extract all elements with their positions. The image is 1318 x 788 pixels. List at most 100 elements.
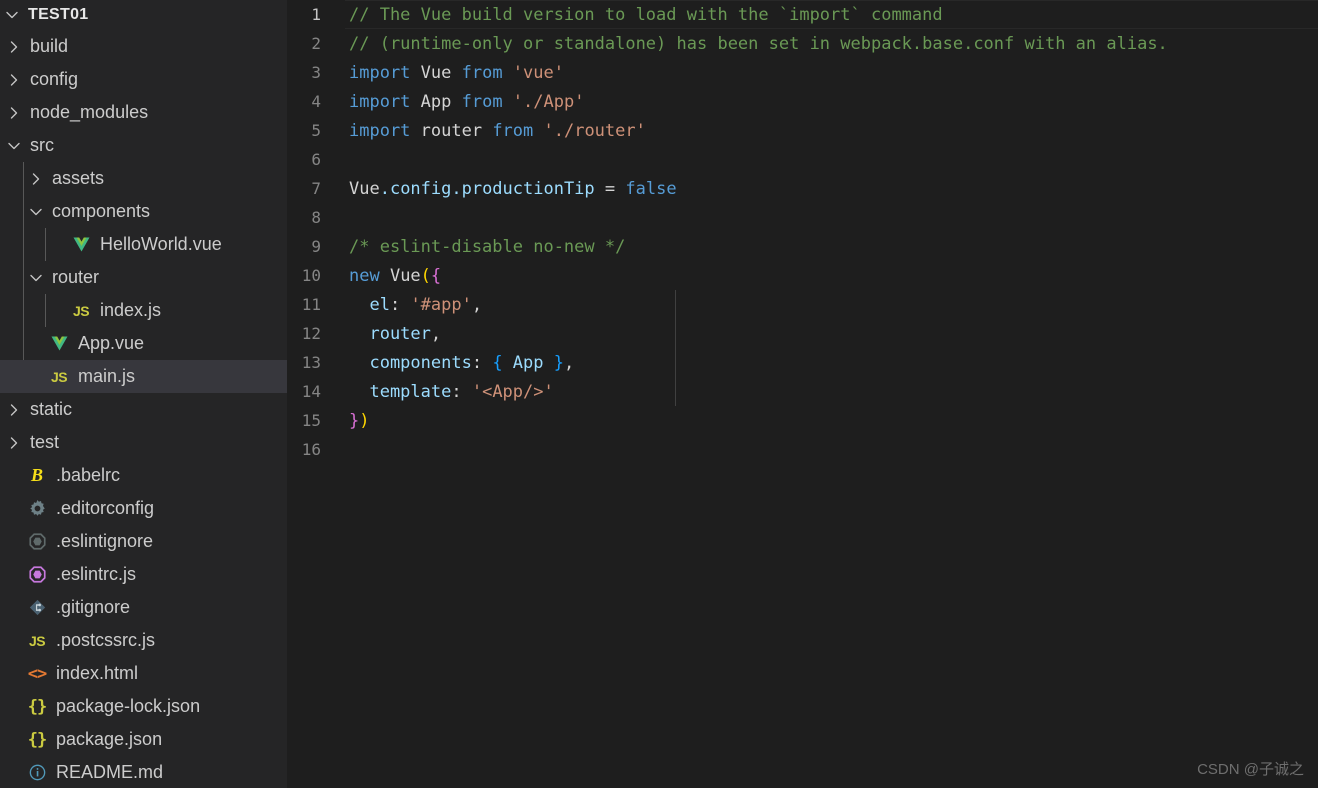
code-token: :: [471, 352, 493, 373]
tree-item-label: HelloWorld.vue: [100, 234, 222, 254]
code-text[interactable]: el: '#app',: [345, 290, 1318, 319]
line-number: 16: [301, 440, 321, 459]
line-number: 8: [311, 208, 321, 227]
json-icon: {}: [27, 696, 48, 717]
tree-item-babelrc[interactable]: B .babelrc: [0, 459, 287, 492]
code-line[interactable]: 11 el: '#app',: [287, 290, 1318, 319]
tree-root-test01[interactable]: TEST01: [0, 0, 287, 30]
tree-item-index-js[interactable]: JS index.js: [0, 294, 287, 327]
tree-item-main-js[interactable]: JS main.js: [0, 360, 287, 393]
code-text[interactable]: components: { App },: [345, 348, 1318, 377]
code-token: from: [461, 62, 513, 83]
code-token: from: [461, 91, 513, 112]
code-line[interactable]: 1 // The Vue build version to load with t…: [287, 0, 1318, 29]
tree-item-label: static: [30, 399, 73, 419]
tree-item-config[interactable]: config: [0, 63, 287, 96]
code-text[interactable]: router,: [345, 319, 1318, 348]
code-text[interactable]: import App from './App': [345, 87, 1318, 116]
tree-item-src[interactable]: src: [0, 129, 287, 162]
code-line[interactable]: 2 // (runtime-only or standalone) has bee…: [287, 29, 1318, 58]
line-number: 14: [301, 382, 321, 401]
chevron-right-icon[interactable]: [26, 172, 46, 186]
tree-item-label: .eslintignore: [56, 531, 154, 551]
code-token: template: [349, 381, 452, 402]
code-line[interactable]: 14 template: '<App/>': [287, 377, 1318, 406]
tree-item-eslintignore[interactable]: .eslintignore: [0, 525, 287, 558]
code-line[interactable]: 5 import router from './router': [287, 116, 1318, 145]
code-text[interactable]: new Vue({: [345, 261, 1318, 290]
tree-item-build[interactable]: build: [0, 30, 287, 63]
code-text[interactable]: [345, 145, 1318, 174]
tree-item-app-vue[interactable]: App.vue: [0, 327, 287, 360]
code-line[interactable]: 10 new Vue({: [287, 261, 1318, 290]
code-text[interactable]: Vue.config.productionTip = false: [345, 174, 1318, 203]
tree-item-helloworld-vue[interactable]: HelloWorld.vue: [0, 228, 287, 261]
tree-item-label: router: [52, 267, 100, 287]
code-text[interactable]: [345, 435, 1318, 464]
code-token: from: [492, 120, 544, 141]
line-number: 12: [301, 324, 321, 343]
tree-item-node-modules[interactable]: node_modules: [0, 96, 287, 129]
code-line[interactable]: 9 /* eslint-disable no-new */: [287, 232, 1318, 261]
line-number: 1: [311, 5, 321, 24]
line-number: 4: [311, 92, 321, 111]
line-number: 10: [301, 266, 321, 285]
vue-icon: [46, 336, 72, 351]
code-token: }: [553, 352, 564, 373]
code-text[interactable]: import Vue from 'vue': [345, 58, 1318, 87]
tree-item-label: test: [30, 432, 60, 452]
code-text[interactable]: [345, 203, 1318, 232]
code-text[interactable]: /* eslint-disable no-new */: [345, 232, 1318, 261]
code-text[interactable]: // The Vue build version to load with th…: [345, 0, 1318, 29]
tree-item-test[interactable]: test: [0, 426, 287, 459]
code-line[interactable]: 3 import Vue from 'vue': [287, 58, 1318, 87]
chevron-right-icon[interactable]: [4, 436, 24, 450]
chevron-down-icon[interactable]: [2, 9, 22, 21]
tree-item-components[interactable]: components: [0, 195, 287, 228]
tree-item-label: index.js: [100, 300, 162, 320]
code-line[interactable]: 12 router,: [287, 319, 1318, 348]
chevron-down-icon[interactable]: [26, 272, 46, 284]
code-text[interactable]: // (runtime-only or standalone) has been…: [345, 29, 1318, 58]
chevron-right-icon[interactable]: [4, 73, 24, 87]
chevron-right-icon[interactable]: [4, 403, 24, 417]
tree-item-eslintrc-js[interactable]: .eslintrc.js: [0, 558, 287, 591]
tree-item-package-json[interactable]: {} package.json: [0, 723, 287, 756]
code-token: =: [604, 178, 626, 199]
code-text[interactable]: import router from './router': [345, 116, 1318, 145]
code-line[interactable]: 15}): [287, 406, 1318, 435]
code-line[interactable]: 4 import App from './App': [287, 87, 1318, 116]
tree-item-postcssrc-js[interactable]: JS .postcssrc.js: [0, 624, 287, 657]
line-number: 9: [311, 237, 321, 256]
code-line[interactable]: 7 Vue.config.productionTip = false: [287, 174, 1318, 203]
code-area[interactable]: 1 // The Vue build version to load with t…: [287, 0, 1318, 464]
code-line[interactable]: 6: [287, 145, 1318, 174]
tree-item-editorconfig[interactable]: .editorconfig: [0, 492, 287, 525]
tree-item-assets[interactable]: assets: [0, 162, 287, 195]
tree-item-gitignore[interactable]: .gitignore: [0, 591, 287, 624]
json-icon: {}: [27, 729, 48, 750]
tree-item-label: index.html: [56, 663, 139, 683]
chevron-right-icon[interactable]: [4, 40, 24, 54]
tree-item-package-lock-json[interactable]: {} package-lock.json: [0, 690, 287, 723]
tree-item-label: config: [30, 69, 79, 89]
chevron-down-icon[interactable]: [4, 140, 24, 152]
code-token: ,: [564, 352, 575, 373]
chevron-right-icon[interactable]: [4, 106, 24, 120]
line-number: 11: [301, 295, 321, 314]
tree-item-index-html[interactable]: <> index.html: [0, 657, 287, 690]
explorer-sidebar: TEST01 build config node_modules src assets co…: [0, 0, 287, 788]
code-line[interactable]: 16: [287, 435, 1318, 464]
code-line[interactable]: 8: [287, 203, 1318, 232]
file-tree[interactable]: TEST01 build config node_modules src assets co…: [0, 0, 287, 788]
tree-item-label: components: [52, 201, 151, 221]
chevron-down-icon[interactable]: [26, 206, 46, 218]
code-text[interactable]: }): [345, 406, 1318, 435]
tree-item-static[interactable]: static: [0, 393, 287, 426]
code-text[interactable]: template: '<App/>': [345, 377, 1318, 406]
code-token: Vue: [349, 178, 380, 199]
code-line[interactable]: 13 components: { App },: [287, 348, 1318, 377]
tree-item-readme-md[interactable]: README.md: [0, 756, 287, 788]
code-editor[interactable]: 1 // The Vue build version to load with t…: [287, 0, 1318, 788]
tree-item-router[interactable]: router: [0, 261, 287, 294]
